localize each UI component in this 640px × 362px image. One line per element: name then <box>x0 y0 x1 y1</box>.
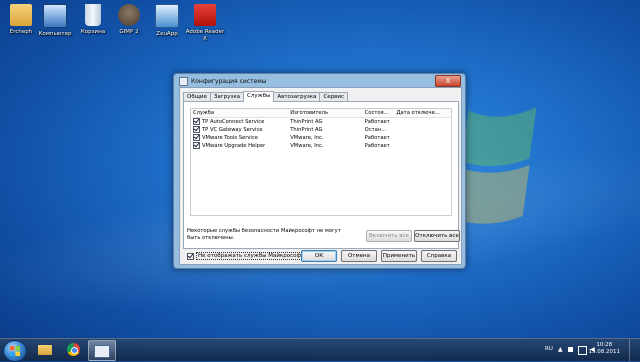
msconfig-icon <box>179 76 188 86</box>
service-status: Работает <box>364 119 390 125</box>
desktop-icon-computer[interactable]: Компьютер <box>34 4 76 38</box>
desktop-icon-gimp[interactable]: GIMP 2 <box>108 4 150 36</box>
chrome-icon <box>66 343 80 356</box>
services-panel: Служба Изготовитель Состоя... Дата отклю… <box>183 101 459 249</box>
language-indicator[interactable]: RU <box>545 346 553 352</box>
services-list[interactable]: Служба Изготовитель Состоя... Дата отклю… <box>190 108 452 216</box>
hide-ms-services-option[interactable]: Не отображать службы Майкрософт <box>187 252 307 260</box>
service-name: VMware Tools Service <box>202 135 258 141</box>
service-status: Работает <box>364 135 390 141</box>
show-desktop-button[interactable] <box>629 339 640 361</box>
computer-icon <box>43 4 67 28</box>
service-checkbox[interactable] <box>193 126 200 133</box>
disable-all-button[interactable]: Отключить все <box>414 230 460 242</box>
taskbar-msconfig[interactable] <box>88 340 116 361</box>
service-name: TP VC Gateway Service <box>202 127 263 133</box>
service-vendor: VMware, Inc. <box>290 135 324 141</box>
enable-all-button[interactable]: Включить все <box>366 230 412 242</box>
service-checkbox[interactable] <box>193 134 200 141</box>
system-configuration-dialog: Конфигурация системы X Общие Загрузка Сл… <box>173 73 466 269</box>
adobe-reader-icon <box>194 4 216 26</box>
clock-time: 10:28 <box>596 342 613 348</box>
service-checkbox[interactable] <box>193 118 200 125</box>
clock-date: 19.08.2011 <box>588 349 621 355</box>
ms-services-note: Некоторые службы безопасности Майкрософт… <box>187 228 341 241</box>
service-checkbox[interactable] <box>193 142 200 149</box>
taskbar-explorer[interactable] <box>32 340 58 359</box>
gimp-icon <box>118 4 140 26</box>
table-row[interactable]: VMware Tools Service VMware, Inc. Работа… <box>191 134 451 142</box>
network-icon[interactable] <box>578 346 587 355</box>
start-button[interactable] <box>3 340 27 362</box>
column-disabled-date[interactable]: Дата отключе... <box>394 109 451 117</box>
service-name: TP AutoConnect Service <box>202 119 265 125</box>
recycle-bin-icon <box>85 4 101 26</box>
service-status: Работает <box>364 143 390 149</box>
service-status: Остан... <box>364 127 387 133</box>
ok-button[interactable]: ОК <box>301 250 337 262</box>
help-button[interactable]: Справка <box>421 250 457 262</box>
folder-icon <box>10 4 32 26</box>
list-header: Служба Изготовитель Состоя... Дата отклю… <box>191 109 451 118</box>
dialog-client-area: Общие Загрузка Службы Автозагрузка Серви… <box>179 87 462 265</box>
table-row[interactable]: VMware Upgrade Helper VMware, Inc. Работ… <box>191 142 451 150</box>
service-vendor: ThinPrint AG <box>290 119 323 125</box>
hide-ms-checkbox[interactable] <box>187 252 194 260</box>
clock[interactable]: 10:28 19.08.2011 <box>589 342 621 356</box>
folder-icon <box>38 345 52 355</box>
table-row[interactable]: TP VC Gateway Service ThinPrint AG Остан… <box>191 126 451 134</box>
tray-arrow-icon[interactable]: ▲ <box>558 346 563 353</box>
dialog-title: Конфигурация системы <box>191 77 267 85</box>
taskbar: RU ▲ ◀ 10:28 19.08.2011 <box>0 338 640 362</box>
service-name: VMware Upgrade Helper <box>202 143 266 149</box>
desktop-icon-adobe-reader[interactable]: Adobe Reader X <box>184 4 226 43</box>
tab-services[interactable]: Службы <box>243 91 275 102</box>
hide-ms-label: Не отображать службы Майкрософт <box>196 252 307 260</box>
table-row[interactable]: TP AutoConnect Service ThinPrint AG Рабо… <box>191 118 451 126</box>
service-vendor: VMware, Inc. <box>290 143 324 149</box>
dialog-titlebar[interactable]: Конфигурация системы <box>179 76 267 86</box>
msconfig-icon <box>94 345 110 358</box>
column-status[interactable]: Состоя... <box>363 109 395 117</box>
desktop-icon-zeuapp[interactable]: ZeuApp <box>146 4 188 38</box>
flag-tray-icon[interactable] <box>568 347 573 352</box>
zeuapp-icon <box>155 4 179 28</box>
service-vendor: ThinPrint AG <box>290 127 323 133</box>
column-vendor[interactable]: Изготовитель <box>288 109 362 117</box>
column-service[interactable]: Служба <box>191 109 288 117</box>
apply-button[interactable]: Применить <box>381 250 417 262</box>
close-button[interactable]: X <box>435 75 461 87</box>
windows-flag-icon <box>10 346 20 356</box>
taskbar-chrome[interactable] <box>60 340 86 359</box>
cancel-button[interactable]: Отмена <box>341 250 377 262</box>
